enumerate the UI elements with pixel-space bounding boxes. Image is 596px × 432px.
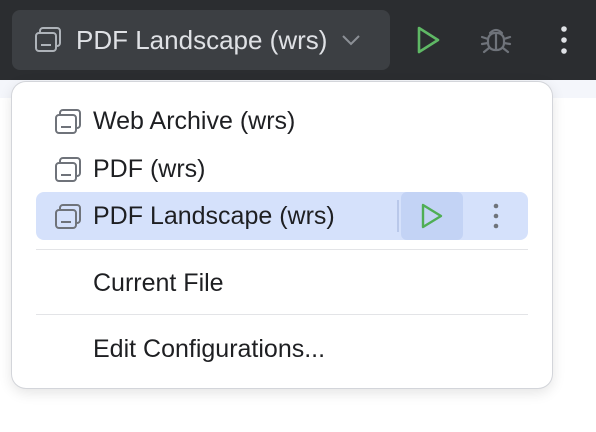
config-item-web-archive[interactable]: Web Archive (wrs) [36,97,528,145]
item-more-button[interactable] [476,192,516,240]
run-configuration-icon [54,157,82,182]
item-run-button[interactable] [401,192,463,240]
run-button[interactable] [408,20,448,60]
run-configurations-popup: Web Archive (wrs) PDF (wrs) PDF Landscap… [12,82,552,388]
main-toolbar: PDF Landscape (wrs) [0,0,596,80]
config-item-pdf[interactable]: PDF (wrs) [36,145,528,193]
run-icon [414,25,442,55]
debug-icon [479,24,513,56]
run-configuration-selector[interactable]: PDF Landscape (wrs) [12,10,390,70]
run-icon [419,202,445,230]
chevron-down-icon [341,34,361,46]
config-item-label: PDF (wrs) [93,154,206,183]
config-item-label: Web Archive (wrs) [93,106,296,135]
more-vertical-icon [493,203,499,229]
run-configuration-label: PDF Landscape (wrs) [76,24,328,55]
more-vertical-icon [560,25,568,55]
debug-button[interactable] [476,20,516,60]
menu-separator [36,314,528,315]
edit-configurations-label: Edit Configurations... [93,334,326,363]
config-item-label: PDF Landscape (wrs) [93,201,335,230]
run-configuration-icon [34,27,62,53]
run-configuration-icon [54,204,82,229]
current-file-label: Current File [93,268,224,297]
edit-configurations-item[interactable]: Edit Configurations... [36,325,528,373]
config-item-pdf-landscape[interactable]: PDF Landscape (wrs) [36,192,528,240]
more-button[interactable] [544,20,584,60]
run-configuration-icon [54,109,82,134]
current-file-item[interactable]: Current File [36,259,528,307]
item-divider [397,200,399,232]
menu-separator [36,249,528,250]
